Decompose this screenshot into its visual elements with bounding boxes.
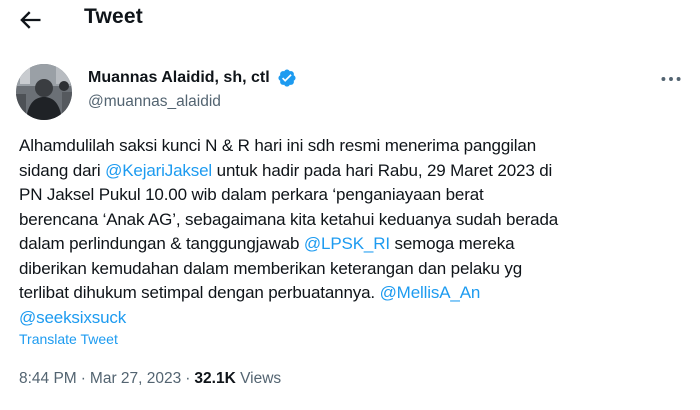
back-button[interactable] [16,6,44,34]
mention-link[interactable]: @seeksixsuck [19,308,126,327]
mention-link[interactable]: @KejariJaksel [105,161,212,180]
tweet-text-line: Alhamdulilah saksi kunci N & R hari ini … [19,134,689,159]
tweet-text-segment: semoga mereka [389,234,515,253]
tweet-text-segment: berencana ‘Anak AG’, sebagaimana kita ke… [19,209,559,229]
page-title: Tweet [84,5,143,28]
views-count: 32.1K [194,370,236,387]
mention-link[interactable]: @MellisA_An [380,283,481,302]
more-horizontal-icon [661,77,681,81]
tweet-meta: 8:44 PM · Mar 27, 2023 · 32.1K Views [19,370,281,388]
tweet-text-line: PN Jaksel Pukul 10.00 wib dalam perkara … [19,183,689,208]
tweet-text-line: @seeksixsuck [19,306,689,331]
tweet-text-line: sidang dari @KejariJaksel untuk hadir pa… [19,159,689,184]
author-name-row: Muannas Alaidid, sh, ctl [88,68,297,88]
tweet-text-segment: sidang dari [19,160,106,180]
tweet-text-segment: PN Jaksel Pukul 10.00 wib dalam perkara … [19,185,484,204]
tweet-text: Alhamdulilah saksi kunci N & R hari ini … [19,134,689,330]
more-button[interactable] [658,66,684,92]
tweet-text-segment: diberikan kemudahan dalam memberikan ket… [19,258,523,278]
tweet-text-segment: untuk hadir pada hari Rabu, 29 Maret 202… [212,160,553,180]
top-bar: Tweet [0,0,700,40]
tweet-text-line: dalam perlindungan & tanggungjawab @LPSK… [19,232,689,257]
tweet-text-segment: terlibat dihukum setimpal dengan perbuat… [19,283,380,302]
meta-separator: · [80,370,86,387]
verified-badge-icon [277,68,297,88]
avatar[interactable] [16,64,72,120]
tweet-text-line: terlibat dihukum setimpal dengan perbuat… [19,281,689,306]
avatar-image [16,64,72,120]
translate-tweet-link[interactable]: Translate Tweet [19,331,118,347]
tweet-text-segment: dalam perlindungan & tanggungjawab [19,234,304,253]
tweet-text-line: berencana ‘Anak AG’, sebagaimana kita ke… [19,208,689,233]
tweet-text-line: diberikan kemudahan dalam memberikan ket… [19,257,689,282]
mention-link[interactable]: @LPSK_RI [304,234,390,253]
author-display-name[interactable]: Muannas Alaidid, sh, ctl [88,69,270,87]
author-handle[interactable]: @muannas_alaidid [88,93,221,111]
tweet-time[interactable]: 8:44 PM [19,370,77,387]
back-arrow-icon [20,11,41,29]
meta-separator: · [185,370,191,387]
tweet-text-segment: Alhamdulilah saksi kunci N & R hari ini … [19,136,537,155]
tweet-date[interactable]: Mar 27, 2023 [90,370,181,387]
views-label: Views [240,370,282,387]
